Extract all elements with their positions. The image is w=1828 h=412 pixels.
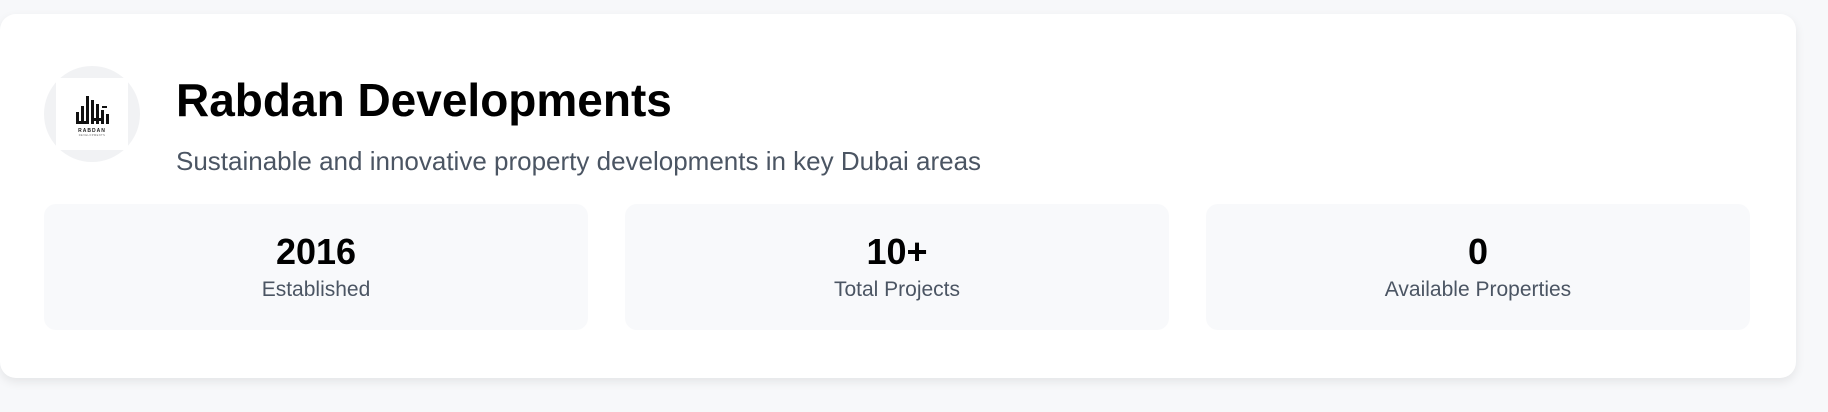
developer-name: Rabdan Developments bbox=[176, 74, 672, 126]
stats-row: 2016 Established 10+ Total Projects 0 Av… bbox=[44, 204, 1750, 330]
developer-description: Sustainable and innovative property deve… bbox=[176, 146, 982, 176]
developer-logo: RABDAN DEVELOPMENTS bbox=[44, 66, 140, 162]
stat-label: Available Properties bbox=[1384, 278, 1572, 302]
developer-card: RABDAN DEVELOPMENTS Rabdan Developments … bbox=[0, 14, 1796, 378]
logo-subtext: DEVELOPMENTS bbox=[78, 133, 106, 137]
stat-value: 2016 bbox=[275, 230, 357, 272]
stat-value: 10+ bbox=[866, 230, 928, 272]
stat-available-properties: 0 Available Properties bbox=[1206, 204, 1750, 330]
stat-established: 2016 Established bbox=[44, 204, 588, 330]
stat-label: Total Projects bbox=[833, 278, 961, 302]
stat-total-projects: 10+ Total Projects bbox=[625, 204, 1169, 330]
stat-value: 0 bbox=[1467, 230, 1489, 272]
stat-label: Established bbox=[261, 278, 371, 302]
building-logo-icon bbox=[76, 95, 109, 124]
logo-box: RABDAN DEVELOPMENTS bbox=[56, 78, 128, 150]
